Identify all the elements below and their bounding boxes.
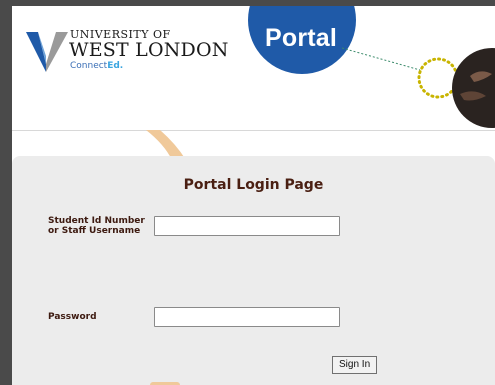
login-panel: Portal Login Page Student Id Number or S… (12, 156, 495, 385)
username-label: Student Id Number or Staff Username (48, 216, 145, 236)
username-label-line2: or Staff Username (48, 226, 141, 236)
page-title: Portal Login Page (183, 177, 324, 193)
password-input[interactable] (154, 307, 340, 327)
logo-connect-prefix: Connect (70, 61, 108, 71)
logo-connected: ConnectEd. (70, 61, 123, 71)
password-label: Password (48, 312, 97, 322)
portal-badge-text: Portal (265, 24, 338, 52)
logo-west-london: WEST LONDON (69, 39, 229, 61)
uwl-logo-icon (26, 32, 68, 72)
header-decoration (342, 47, 495, 128)
logo-connect-suffix: Ed. (107, 61, 124, 71)
login-page: UNIVERSITY OF WEST LONDON ConnectEd. Por… (12, 6, 495, 385)
username-label-line1: Student Id Number (48, 216, 145, 226)
username-input[interactable] (154, 216, 340, 236)
window-frame-left (0, 0, 12, 385)
sign-in-button[interactable]: Sign In (332, 356, 378, 374)
site-header: UNIVERSITY OF WEST LONDON ConnectEd. Por… (12, 6, 495, 131)
